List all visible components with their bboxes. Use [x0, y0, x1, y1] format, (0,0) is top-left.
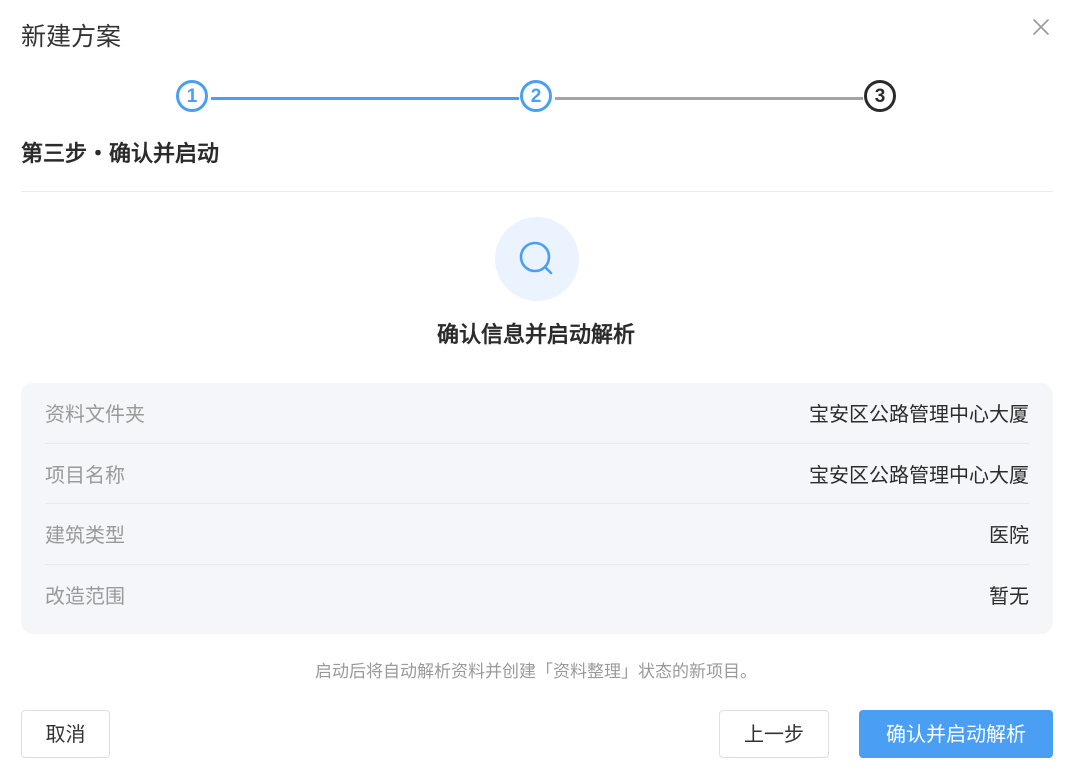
search-icon — [519, 241, 553, 275]
cancel-button[interactable]: 取消 — [21, 710, 110, 758]
step-1-indicator: 1 — [176, 80, 208, 112]
divider — [21, 191, 1053, 192]
step-heading: 第三步・确认并启动 — [21, 142, 220, 167]
step-2-indicator: 2 — [520, 80, 552, 112]
info-card: 资料文件夹 宝安区公路管理中心大厦 项目名称 宝安区公路管理中心大厦 建筑类型 … — [21, 383, 1053, 634]
info-row: 建筑类型 医院 — [45, 504, 1029, 565]
info-value-project-name: 宝安区公路管理中心大厦 — [809, 462, 1029, 487]
info-row: 改造范围 暂无 — [45, 565, 1029, 626]
hero-icon-badge — [495, 217, 579, 301]
confirm-start-button[interactable]: 确认并启动解析 — [859, 710, 1053, 758]
step-connector-2-3 — [555, 97, 863, 100]
previous-step-button[interactable]: 上一步 — [719, 710, 829, 758]
info-value-building-type: 医院 — [989, 523, 1029, 547]
info-key-folder: 资料文件夹 — [45, 402, 145, 426]
new-plan-dialog: 新建方案 1 2 3 第三步・确认并启动 确认信息并启动解析 资料文件夹 宝安区… — [0, 0, 1072, 781]
info-row: 项目名称 宝安区公路管理中心大厦 — [45, 444, 1029, 504]
dialog-title: 新建方案 — [21, 22, 122, 51]
hero-title: 确认信息并启动解析 — [436, 323, 635, 348]
info-value-renovation-scope: 暂无 — [989, 583, 1029, 608]
step-3-indicator: 3 — [864, 80, 896, 112]
info-key-renovation-scope: 改造范围 — [45, 583, 125, 608]
close-icon[interactable] — [1030, 16, 1052, 38]
info-value-folder: 宝安区公路管理中心大厦 — [809, 402, 1029, 426]
info-key-project-name: 项目名称 — [45, 462, 125, 487]
hint-text: 启动后将自动解析资料并创建「资料整理」状态的新项目。 — [315, 662, 757, 682]
stepper: 1 2 3 — [0, 78, 1072, 118]
info-key-building-type: 建筑类型 — [45, 523, 125, 547]
step-connector-1-2 — [211, 97, 519, 100]
info-row: 资料文件夹 宝安区公路管理中心大厦 — [45, 383, 1029, 444]
